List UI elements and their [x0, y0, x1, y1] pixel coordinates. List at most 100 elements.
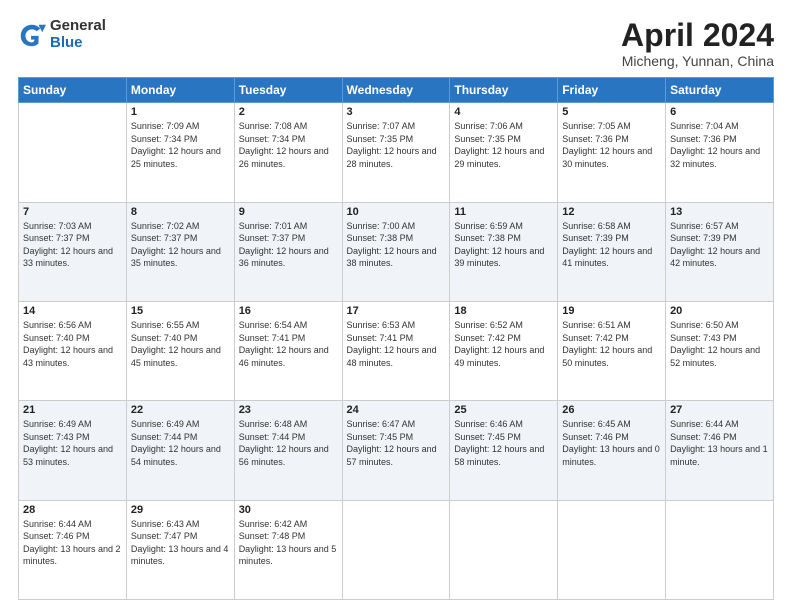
cell-info: Sunrise: 6:49 AMSunset: 7:43 PMDaylight:… [23, 419, 113, 467]
calendar-cell: 19Sunrise: 6:51 AMSunset: 7:42 PMDayligh… [558, 301, 666, 400]
calendar-cell: 28 Sunrise: 6:44 AMSunset: 7:46 PMDayligh… [19, 500, 127, 599]
day-number: 16 [239, 305, 338, 317]
calendar-cell: 21 Sunrise: 6:49 AMSunset: 7:43 PMDayligh… [19, 401, 127, 500]
logo-text: General Blue [50, 18, 106, 51]
calendar-header-wednesday: Wednesday [342, 78, 450, 103]
day-number: 22 [131, 404, 230, 416]
calendar-cell: 10Sunrise: 7:00 AMSunset: 7:38 PMDayligh… [342, 202, 450, 301]
calendar-cell: 30 Sunrise: 6:42 AMSunset: 7:48 PMDayligh… [234, 500, 342, 599]
calendar-cell: 14 Sunrise: 6:56 AMSunset: 7:40 PMDayligh… [19, 301, 127, 400]
day-number: 27 [670, 404, 769, 416]
calendar-cell: 27 Sunrise: 6:44 AMSunset: 7:46 PMDayligh… [666, 401, 774, 500]
cell-info: Sunrise: 6:48 AMSunset: 7:44 PMDaylight:… [239, 419, 329, 467]
cell-info: Sunrise: 7:08 AMSunset: 7:34 PMDaylight:… [239, 121, 329, 169]
day-number: 17 [347, 305, 446, 317]
calendar-cell: 23 Sunrise: 6:48 AMSunset: 7:44 PMDayligh… [234, 401, 342, 500]
calendar-cell [558, 500, 666, 599]
day-number: 1 [131, 106, 230, 118]
day-number: 14 [23, 305, 122, 317]
day-number: 26 [562, 404, 661, 416]
cell-info: Sunrise: 6:57 AMSunset: 7:39 PMDaylight:… [670, 221, 760, 269]
calendar-cell: 16 Sunrise: 6:54 AMSunset: 7:41 PMDayligh… [234, 301, 342, 400]
month-title: April 2024 [621, 18, 774, 53]
day-number: 24 [347, 404, 446, 416]
day-number: 5 [562, 106, 661, 118]
day-number: 23 [239, 404, 338, 416]
calendar-cell: 11 Sunrise: 6:59 AMSunset: 7:38 PMDayligh… [450, 202, 558, 301]
title-area: April 2024 Micheng, Yunnan, China [621, 18, 774, 69]
calendar-cell: 1 Sunrise: 7:09 AMSunset: 7:34 PMDaylight… [126, 103, 234, 202]
calendar-cell: 8Sunrise: 7:02 AMSunset: 7:37 PMDaylight… [126, 202, 234, 301]
day-number: 10 [347, 206, 446, 218]
location: Micheng, Yunnan, China [621, 53, 774, 69]
cell-info: Sunrise: 6:44 AMSunset: 7:46 PMDaylight:… [670, 419, 768, 467]
cell-info: Sunrise: 6:49 AMSunset: 7:44 PMDaylight:… [131, 419, 221, 467]
cell-info: Sunrise: 6:56 AMSunset: 7:40 PMDaylight:… [23, 320, 113, 368]
day-number: 18 [454, 305, 553, 317]
day-number: 28 [23, 504, 122, 516]
day-number: 9 [239, 206, 338, 218]
day-number: 2 [239, 106, 338, 118]
calendar-cell: 17 Sunrise: 6:53 AMSunset: 7:41 PMDayligh… [342, 301, 450, 400]
calendar-cell [342, 500, 450, 599]
cell-info: Sunrise: 6:47 AMSunset: 7:45 PMDaylight:… [347, 419, 437, 467]
day-number: 15 [131, 305, 230, 317]
logo-blue: Blue [50, 35, 106, 52]
page: General Blue April 2024 Micheng, Yunnan,… [0, 0, 792, 612]
calendar-header-friday: Friday [558, 78, 666, 103]
cell-info: Sunrise: 6:46 AMSunset: 7:45 PMDaylight:… [454, 419, 544, 467]
cell-info: Sunrise: 7:07 AMSunset: 7:35 PMDaylight:… [347, 121, 437, 169]
cell-info: Sunrise: 7:01 AMSunset: 7:37 PMDaylight:… [239, 221, 329, 269]
day-number: 4 [454, 106, 553, 118]
logo: General Blue [18, 18, 106, 51]
cell-info: Sunrise: 7:03 AMSunset: 7:37 PMDaylight:… [23, 221, 113, 269]
calendar-cell: 2 Sunrise: 7:08 AMSunset: 7:34 PMDaylight… [234, 103, 342, 202]
cell-info: Sunrise: 6:43 AMSunset: 7:47 PMDaylight:… [131, 519, 229, 567]
calendar-cell: 26 Sunrise: 6:45 AMSunset: 7:46 PMDayligh… [558, 401, 666, 500]
cell-info: Sunrise: 6:54 AMSunset: 7:41 PMDaylight:… [239, 320, 329, 368]
cell-info: Sunrise: 6:42 AMSunset: 7:48 PMDaylight:… [239, 519, 337, 567]
calendar: SundayMondayTuesdayWednesdayThursdayFrid… [18, 77, 774, 600]
header: General Blue April 2024 Micheng, Yunnan,… [18, 18, 774, 69]
day-number: 25 [454, 404, 553, 416]
day-number: 6 [670, 106, 769, 118]
day-number: 8 [131, 206, 230, 218]
day-number: 13 [670, 206, 769, 218]
calendar-header-saturday: Saturday [666, 78, 774, 103]
calendar-cell: 7Sunrise: 7:03 AMSunset: 7:37 PMDaylight… [19, 202, 127, 301]
calendar-cell: 12Sunrise: 6:58 AMSunset: 7:39 PMDayligh… [558, 202, 666, 301]
calendar-cell [450, 500, 558, 599]
calendar-header-sunday: Sunday [19, 78, 127, 103]
calendar-week-row: 7Sunrise: 7:03 AMSunset: 7:37 PMDaylight… [19, 202, 774, 301]
day-number: 30 [239, 504, 338, 516]
calendar-cell: 5 Sunrise: 7:05 AMSunset: 7:36 PMDaylight… [558, 103, 666, 202]
calendar-header-monday: Monday [126, 78, 234, 103]
calendar-cell: 4Sunrise: 7:06 AMSunset: 7:35 PMDaylight… [450, 103, 558, 202]
calendar-cell [666, 500, 774, 599]
calendar-cell: 13 Sunrise: 6:57 AMSunset: 7:39 PMDayligh… [666, 202, 774, 301]
day-number: 20 [670, 305, 769, 317]
day-number: 11 [454, 206, 553, 218]
cell-info: Sunrise: 6:44 AMSunset: 7:46 PMDaylight:… [23, 519, 121, 567]
cell-info: Sunrise: 6:45 AMSunset: 7:46 PMDaylight:… [562, 419, 660, 467]
cell-info: Sunrise: 6:55 AMSunset: 7:40 PMDaylight:… [131, 320, 221, 368]
calendar-cell: 3Sunrise: 7:07 AMSunset: 7:35 PMDaylight… [342, 103, 450, 202]
calendar-week-row: 1 Sunrise: 7:09 AMSunset: 7:34 PMDaylight… [19, 103, 774, 202]
calendar-header-thursday: Thursday [450, 78, 558, 103]
cell-info: Sunrise: 7:09 AMSunset: 7:34 PMDaylight:… [131, 121, 221, 169]
calendar-cell: 15 Sunrise: 6:55 AMSunset: 7:40 PMDayligh… [126, 301, 234, 400]
cell-info: Sunrise: 6:59 AMSunset: 7:38 PMDaylight:… [454, 221, 544, 269]
calendar-header-row: SundayMondayTuesdayWednesdayThursdayFrid… [19, 78, 774, 103]
cell-info: Sunrise: 7:04 AMSunset: 7:36 PMDaylight:… [670, 121, 760, 169]
calendar-cell: 9 Sunrise: 7:01 AMSunset: 7:37 PMDaylight… [234, 202, 342, 301]
day-number: 21 [23, 404, 122, 416]
logo-icon [18, 21, 46, 49]
calendar-cell: 18Sunrise: 6:52 AMSunset: 7:42 PMDayligh… [450, 301, 558, 400]
cell-info: Sunrise: 6:53 AMSunset: 7:41 PMDaylight:… [347, 320, 437, 368]
calendar-cell: 20Sunrise: 6:50 AMSunset: 7:43 PMDayligh… [666, 301, 774, 400]
day-number: 12 [562, 206, 661, 218]
calendar-week-row: 14 Sunrise: 6:56 AMSunset: 7:40 PMDayligh… [19, 301, 774, 400]
calendar-week-row: 28 Sunrise: 6:44 AMSunset: 7:46 PMDayligh… [19, 500, 774, 599]
cell-info: Sunrise: 7:05 AMSunset: 7:36 PMDaylight:… [562, 121, 652, 169]
calendar-cell: 25 Sunrise: 6:46 AMSunset: 7:45 PMDayligh… [450, 401, 558, 500]
